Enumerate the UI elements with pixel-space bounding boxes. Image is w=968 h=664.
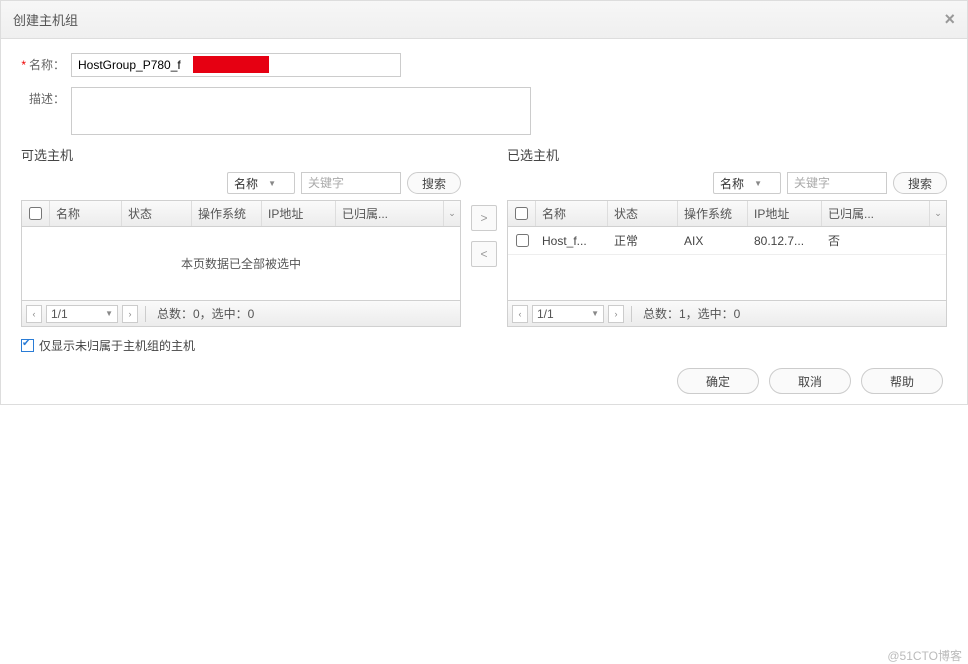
cell-ip: 80.12.7... [748,227,822,254]
cancel-button[interactable]: 取消 [769,368,851,394]
col-name[interactable]: 名称 [50,201,122,226]
dialog-title: 创建主机组 [13,10,78,29]
move-left-button[interactable]: < [471,241,497,267]
cell-name: Host_f... [536,227,608,254]
right-page-select[interactable]: 1/1 [532,305,604,323]
right-page-next-icon[interactable]: › [608,305,624,323]
dialog-header: 创建主机组 × [1,1,967,39]
left-page-next-icon[interactable]: › [122,305,138,323]
left-empty-message: 本页数据已全部被选中 [22,227,460,300]
col-os[interactable]: 操作系统 [678,201,748,226]
selected-hosts-title: 已选主机 [507,145,947,164]
right-footer-count: 总数：1，选中：0 [639,305,740,322]
col-grouped[interactable]: 已归属... [336,201,444,226]
right-select-all-checkbox[interactable] [515,207,528,220]
col-status[interactable]: 状态 [122,201,192,226]
left-footer-count: 总数：0，选中：0 [153,305,254,322]
right-search-button[interactable]: 搜索 [893,172,947,194]
table-row[interactable]: Host_f... 正常 AIX 80.12.7... 否 [508,227,946,255]
right-page-prev-icon[interactable]: ‹ [512,305,528,323]
left-select-all-checkbox[interactable] [29,207,42,220]
scroll-hint-icon: ⌄ [444,201,460,226]
left-table-header: 名称 状态 操作系统 IP地址 已归属... ⌄ [22,201,460,227]
col-name[interactable]: 名称 [536,201,608,226]
col-ip[interactable]: IP地址 [262,201,336,226]
name-label: *名称： [21,53,71,77]
move-right-button[interactable]: > [471,205,497,231]
help-button[interactable]: 帮助 [861,368,943,394]
filter-ungrouped-checkbox[interactable] [21,339,34,352]
cell-grouped: 否 [822,227,946,254]
left-search-button[interactable]: 搜索 [407,172,461,194]
cell-status: 正常 [608,227,678,254]
row-checkbox[interactable] [516,234,529,247]
ok-button[interactable]: 确定 [677,368,759,394]
col-os[interactable]: 操作系统 [192,201,262,226]
watermark: @51CTO博客 [887,647,962,664]
left-keyword-input[interactable] [301,172,401,194]
right-keyword-input[interactable] [787,172,887,194]
close-icon[interactable]: × [944,9,955,30]
left-page-prev-icon[interactable]: ‹ [26,305,42,323]
col-status[interactable]: 状态 [608,201,678,226]
col-grouped[interactable]: 已归属... [822,201,930,226]
cell-os: AIX [678,227,748,254]
left-page-select[interactable]: 1/1 [46,305,118,323]
available-hosts-title: 可选主机 [21,145,461,164]
right-search-field-select[interactable]: 名称 [713,172,781,194]
right-table-header: 名称 状态 操作系统 IP地址 已归属... ⌄ [508,201,946,227]
filter-ungrouped-label: 仅显示未归属于主机组的主机 [39,337,195,354]
col-ip[interactable]: IP地址 [748,201,822,226]
redacted-block [193,56,269,73]
desc-textarea[interactable] [71,87,531,135]
desc-label: 描述： [21,87,71,111]
scroll-hint-icon: ⌄ [930,201,946,226]
left-search-field-select[interactable]: 名称 [227,172,295,194]
